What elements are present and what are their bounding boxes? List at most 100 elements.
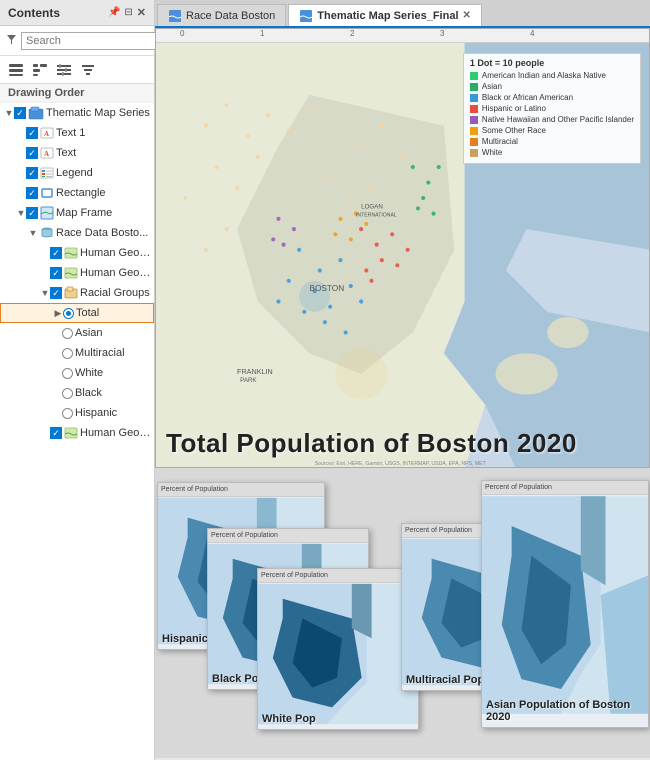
tree-item-raceboston[interactable]: ▼ Race Data Bosto... (0, 223, 154, 243)
group-icon (28, 106, 44, 120)
thumbnails-area: Percent of Population Hispanic Pop Perce… (155, 468, 650, 758)
tree-label-legend: Legend (56, 167, 93, 179)
tab-bar: Race Data Boston Thematic Map Series_Fin… (155, 0, 650, 28)
tree-item-black[interactable]: ▶ Black (0, 383, 154, 403)
filter-button[interactable] (78, 60, 98, 80)
header-icons: 📌 ⊟ ✕ (108, 6, 146, 19)
legend-item-6: Multiracial (470, 137, 634, 146)
thumb-header-label-black: Percent of Population (211, 532, 278, 539)
map-content[interactable]: BOSTON LOGAN INTERNATIONAL FRANKLIN PARK… (156, 43, 649, 468)
tree-item-white[interactable]: ▶ White (0, 363, 154, 383)
tree-label-humangeo1: Human Geogr... (80, 247, 154, 259)
checkbox-rectangle[interactable]: ✓ (26, 187, 38, 199)
expand-arrow-racial[interactable]: ▼ (40, 288, 50, 298)
checkbox-humangeo2[interactable]: ✓ (50, 267, 62, 279)
checkbox-humangeo1[interactable]: ✓ (50, 247, 62, 259)
layer-icon-2 (64, 266, 78, 280)
legend-item-5: Some Other Race (470, 126, 634, 135)
legend-color-0 (470, 72, 478, 80)
radio-multiracial[interactable] (62, 348, 73, 359)
thumb-header-asian: Percent of Population (482, 481, 648, 495)
tab-thematic-final[interactable]: Thematic Map Series_Final ✕ (288, 4, 482, 26)
tree-label-total: Total (76, 307, 99, 319)
thumb-header-label-hispanic: Percent of Population (161, 486, 228, 493)
search-input[interactable] (21, 32, 173, 50)
radio-hispanic[interactable] (62, 408, 73, 419)
tree-view-button[interactable] (30, 60, 50, 80)
checkbox-legend[interactable]: ✓ (26, 167, 38, 179)
tree-item-total[interactable]: ▶ Total (0, 303, 154, 323)
legend-label-4: Native Hawaiian and Other Pacific Island… (482, 115, 634, 124)
tree-item-text[interactable]: ▶ ✓ A Text (0, 143, 154, 163)
layer-icon-3 (64, 426, 78, 440)
tree-label-black: Black (75, 387, 102, 399)
tree-label-asian: Asian (75, 327, 103, 339)
legend-item-2: Black or African American (470, 93, 634, 102)
ruler-mark-0: 0 (180, 29, 184, 38)
checkbox-text[interactable]: ✓ (26, 147, 38, 159)
checkbox-racialgroups[interactable]: ✓ (50, 287, 62, 299)
radio-black[interactable] (62, 388, 73, 399)
expand-arrow-raceboston[interactable]: ▼ (28, 228, 38, 238)
legend-item-0: American Indian and Alaska Native (470, 71, 634, 80)
list-view-button[interactable] (6, 60, 26, 80)
legend-item-7: White (470, 148, 634, 157)
tree-item-mapframe[interactable]: ▼ ✓ Map Frame (0, 203, 154, 223)
tab-close-button[interactable]: ✕ (463, 10, 471, 21)
thumb-title-asian: Asian Population of Boston 2020 (486, 699, 648, 723)
legend-box: 1 Dot = 10 people American Indian and Al… (463, 53, 641, 164)
tree-item-humangeo2[interactable]: ▶ ✓ Human Geogr... (0, 263, 154, 283)
thumb-header-black: Percent of Population (208, 529, 368, 543)
tree-label-hispanic: Hispanic (75, 407, 117, 419)
rect-icon (40, 186, 54, 200)
legend-label-1: Asian (482, 82, 502, 91)
tree-item-asian[interactable]: ▶ Asian (0, 323, 154, 343)
legend-item-3: Hispanic or Latino (470, 104, 634, 113)
thumbnail-white[interactable]: Percent of Population White Pop (257, 568, 419, 730)
checkbox-text1[interactable]: ✓ (26, 127, 38, 139)
tab-race-data[interactable]: Race Data Boston (157, 4, 286, 26)
tree-item-text1[interactable]: ▶ ✓ A Text 1 (0, 123, 154, 143)
checkbox-humangeo3[interactable]: ✓ (50, 427, 62, 439)
tree-label-humangeo3: Human Geogr... (80, 427, 154, 439)
tree-item-rectangle[interactable]: ▶ ✓ Rectangle (0, 183, 154, 203)
radio-total[interactable] (63, 308, 74, 319)
tree-item-racialgroups[interactable]: ▼ ✓ Racial Groups (0, 283, 154, 303)
svg-text:INTERNATIONAL: INTERNATIONAL (356, 213, 397, 219)
tree-label-white: White (75, 367, 103, 379)
main-map-container: 0 1 2 3 4 (155, 28, 650, 468)
tree-label-text1: Text 1 (56, 127, 85, 139)
tree-label-racialgroups: Racial Groups (80, 287, 150, 299)
thumbnail-asian[interactable]: Percent of Population Asian Population o… (481, 480, 649, 728)
svg-text:FRANKLIN: FRANKLIN (237, 367, 273, 376)
ruler-mark-3: 3 (440, 29, 444, 38)
tree-item-multiracial[interactable]: ▶ Multiracial (0, 343, 154, 363)
tree-item-legend[interactable]: ▶ ✓ Legend (0, 163, 154, 183)
search-filter-icon (6, 34, 17, 48)
tree-item-humangeo1[interactable]: ▶ ✓ Human Geogr... (0, 243, 154, 263)
svg-text:A: A (44, 150, 49, 158)
legend-item-4: Native Hawaiian and Other Pacific Island… (470, 115, 634, 124)
legend-label-0: American Indian and Alaska Native (482, 71, 606, 80)
tree-item-hispanic[interactable]: ▶ Hispanic (0, 403, 154, 423)
legend-color-3 (470, 105, 478, 113)
close-icon[interactable]: ✕ (137, 6, 146, 19)
tree-item-thematic[interactable]: ▼ ✓ Thematic Map Series (0, 103, 154, 123)
tree-item-humangeo3[interactable]: ▶ ✓ Human Geogr... (0, 423, 154, 443)
checkbox-thematic[interactable]: ✓ (14, 107, 26, 119)
expand-arrow-mapframe[interactable]: ▼ (16, 208, 26, 218)
svg-text:PARK: PARK (240, 377, 257, 384)
expand-arrow-thematic[interactable]: ▼ (4, 108, 14, 118)
radio-asian[interactable] (62, 328, 73, 339)
settings-button[interactable] (54, 60, 74, 80)
contents-title: Contents (8, 6, 60, 20)
checkbox-mapframe[interactable]: ✓ (26, 207, 38, 219)
radio-white[interactable] (62, 368, 73, 379)
thumb-header-hispanic: Percent of Population (158, 483, 324, 497)
thumb-map-svg-asian (482, 495, 648, 715)
text-icon-2: A (40, 146, 54, 160)
pin-icon[interactable]: 📌 (108, 7, 120, 18)
expand-arrow-total[interactable]: ▶ (53, 308, 63, 319)
pin2-icon[interactable]: ⊟ (124, 7, 132, 18)
tree-label-humangeo2: Human Geogr... (80, 267, 154, 279)
